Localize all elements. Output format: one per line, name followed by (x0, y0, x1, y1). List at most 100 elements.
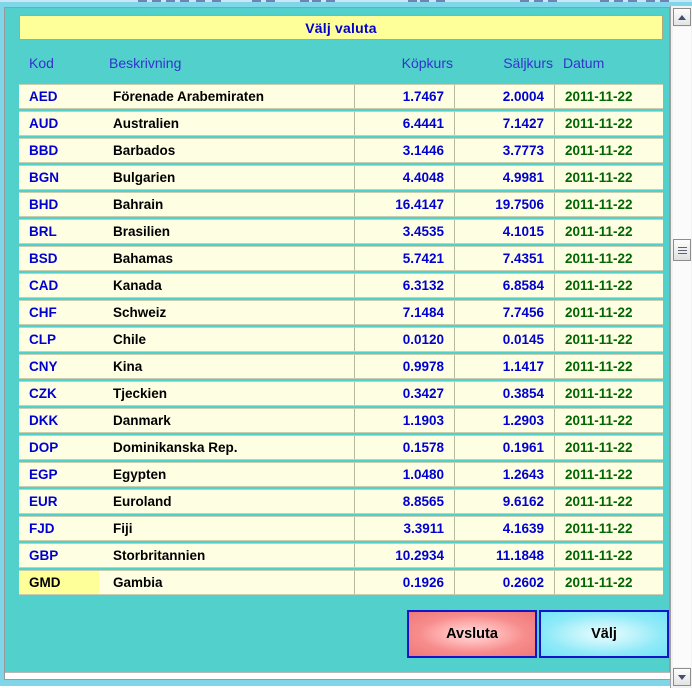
cell-kopkurs[interactable]: 5.7421 (355, 247, 455, 270)
table-row[interactable]: CAD Kanada 6.3132 6.8584 2011-11-22 (19, 273, 663, 298)
cell-kod[interactable]: CNY (19, 355, 99, 378)
cell-datum[interactable]: 2011-11-22 (555, 409, 663, 432)
table-row[interactable]: AUD Australien 6.4441 7.1427 2011-11-22 (19, 111, 663, 136)
table-row[interactable]: EGP Egypten 1.0480 1.2643 2011-11-22 (19, 462, 663, 487)
cell-kod[interactable]: BBD (19, 139, 99, 162)
column-header-datum[interactable]: Datum (563, 55, 604, 71)
table-row[interactable]: CNY Kina 0.9978 1.1417 2011-11-22 (19, 354, 663, 379)
cell-beskrivning[interactable]: Barbados (99, 139, 355, 162)
cell-datum[interactable]: 2011-11-22 (555, 301, 663, 324)
cell-beskrivning[interactable]: Tjeckien (99, 382, 355, 405)
scrollbar-track[interactable] (673, 27, 691, 667)
cell-saljkurs[interactable]: 2.0004 (455, 85, 555, 108)
cell-saljkurs[interactable]: 7.1427 (455, 112, 555, 135)
cell-kod[interactable]: CZK (19, 382, 99, 405)
cell-kod[interactable]: FJD (19, 517, 99, 540)
table-row[interactable]: EUR Euroland 8.8565 9.6162 2011-11-22 (19, 489, 663, 514)
table-row[interactable]: CLP Chile 0.0120 0.0145 2011-11-22 (19, 327, 663, 352)
cell-kopkurs[interactable]: 4.4048 (355, 166, 455, 189)
cell-kopkurs[interactable]: 0.3427 (355, 382, 455, 405)
cell-datum[interactable]: 2011-11-22 (555, 517, 663, 540)
table-row[interactable]: CHF Schweiz 7.1484 7.7456 2011-11-22 (19, 300, 663, 325)
cell-datum[interactable]: 2011-11-22 (555, 328, 663, 351)
cell-kopkurs[interactable]: 0.1926 (355, 571, 455, 594)
table-row[interactable]: GBP Storbritannien 10.2934 11.1848 2011-11-2… (19, 543, 663, 568)
cell-kopkurs[interactable]: 7.1484 (355, 301, 455, 324)
cell-kod[interactable]: BRL (19, 220, 99, 243)
cell-saljkurs[interactable]: 4.1015 (455, 220, 555, 243)
cell-kod[interactable]: DOP (19, 436, 99, 459)
cell-saljkurs[interactable]: 3.7773 (455, 139, 555, 162)
table-row[interactable]: BRL Brasilien 3.4535 4.1015 2011-11-22 (19, 219, 663, 244)
cell-kopkurs[interactable]: 3.1446 (355, 139, 455, 162)
cell-beskrivning[interactable]: Bahamas (99, 247, 355, 270)
cell-beskrivning[interactable]: Danmark (99, 409, 355, 432)
cell-beskrivning[interactable]: Schweiz (99, 301, 355, 324)
cell-kod[interactable]: AUD (19, 112, 99, 135)
cell-datum[interactable]: 2011-11-22 (555, 139, 663, 162)
cell-kod[interactable]: BGN (19, 166, 99, 189)
cell-kopkurs[interactable]: 1.0480 (355, 463, 455, 486)
cell-datum[interactable]: 2011-11-22 (555, 193, 663, 216)
column-header-beskrivning[interactable]: Beskrivning (109, 55, 181, 71)
select-button[interactable]: Välj (539, 610, 669, 658)
cell-kod[interactable]: DKK (19, 409, 99, 432)
cell-kopkurs[interactable]: 0.9978 (355, 355, 455, 378)
cell-beskrivning[interactable]: Brasilien (99, 220, 355, 243)
cell-beskrivning[interactable]: Fiji (99, 517, 355, 540)
cell-saljkurs[interactable]: 19.7506 (455, 193, 555, 216)
table-row[interactable]: DOP Dominikanska Rep. 0.1578 0.1961 2011-11-… (19, 435, 663, 460)
cell-saljkurs[interactable]: 4.9981 (455, 166, 555, 189)
cell-kod[interactable]: GBP (19, 544, 99, 567)
cell-kod[interactable]: CAD (19, 274, 99, 297)
cell-kopkurs[interactable]: 3.3911 (355, 517, 455, 540)
cell-beskrivning[interactable]: Kina (99, 355, 355, 378)
table-row[interactable]: CZK Tjeckien 0.3427 0.3854 2011-11-22 (19, 381, 663, 406)
cell-kod[interactable]: GMD (19, 571, 99, 594)
table-row[interactable]: BHD Bahrain 16.4147 19.7506 2011-11-22 (19, 192, 663, 217)
cell-datum[interactable]: 2011-11-22 (555, 220, 663, 243)
table-row[interactable]: BSD Bahamas 5.7421 7.4351 2011-11-22 (19, 246, 663, 271)
cell-kod[interactable]: BSD (19, 247, 99, 270)
table-row[interactable]: DKK Danmark 1.1903 1.2903 2011-11-22 (19, 408, 663, 433)
table-row[interactable]: FJD Fiji 3.3911 4.1639 2011-11-22 (19, 516, 663, 541)
cell-saljkurs[interactable]: 11.1848 (455, 544, 555, 567)
cell-beskrivning[interactable]: Chile (99, 328, 355, 351)
cell-kopkurs[interactable]: 6.3132 (355, 274, 455, 297)
cell-datum[interactable]: 2011-11-22 (555, 382, 663, 405)
cell-saljkurs[interactable]: 9.6162 (455, 490, 555, 513)
cell-beskrivning[interactable]: Storbritannien (99, 544, 355, 567)
cell-kod[interactable]: CHF (19, 301, 99, 324)
cell-saljkurs[interactable]: 0.3854 (455, 382, 555, 405)
cell-kopkurs[interactable]: 6.4441 (355, 112, 455, 135)
cancel-button[interactable]: Avsluta (407, 610, 537, 658)
scroll-down-button[interactable] (673, 668, 691, 686)
cell-kod[interactable]: EGP (19, 463, 99, 486)
cell-beskrivning[interactable]: Förenade Arabemiraten (99, 85, 355, 108)
cell-kopkurs[interactable]: 0.0120 (355, 328, 455, 351)
cell-kod[interactable]: EUR (19, 490, 99, 513)
column-header-saljkurs[interactable]: Säljkurs (369, 55, 553, 71)
column-header-kod[interactable]: Kod (29, 55, 54, 71)
cell-beskrivning[interactable]: Egypten (99, 463, 355, 486)
cell-saljkurs[interactable]: 1.1417 (455, 355, 555, 378)
cell-saljkurs[interactable]: 6.8584 (455, 274, 555, 297)
table-row[interactable]: AED Förenade Arabemiraten 1.7467 2.0004 2011… (19, 84, 663, 109)
cell-saljkurs[interactable]: 1.2903 (455, 409, 555, 432)
cell-kopkurs[interactable]: 3.4535 (355, 220, 455, 243)
cell-datum[interactable]: 2011-11-22 (555, 436, 663, 459)
cell-saljkurs[interactable]: 0.1961 (455, 436, 555, 459)
cell-kopkurs[interactable]: 8.8565 (355, 490, 455, 513)
cell-datum[interactable]: 2011-11-22 (555, 85, 663, 108)
cell-saljkurs[interactable]: 7.4351 (455, 247, 555, 270)
cell-kopkurs[interactable]: 1.1903 (355, 409, 455, 432)
cell-datum[interactable]: 2011-11-22 (555, 463, 663, 486)
table-row[interactable]: BGN Bulgarien 4.4048 4.9981 2011-11-22 (19, 165, 663, 190)
cell-kod[interactable]: BHD (19, 193, 99, 216)
cell-kopkurs[interactable]: 16.4147 (355, 193, 455, 216)
cell-kopkurs[interactable]: 0.1578 (355, 436, 455, 459)
cell-kopkurs[interactable]: 10.2934 (355, 544, 455, 567)
scrollbar-thumb[interactable] (673, 239, 691, 261)
cell-beskrivning[interactable]: Bahrain (99, 193, 355, 216)
cell-datum[interactable]: 2011-11-22 (555, 490, 663, 513)
